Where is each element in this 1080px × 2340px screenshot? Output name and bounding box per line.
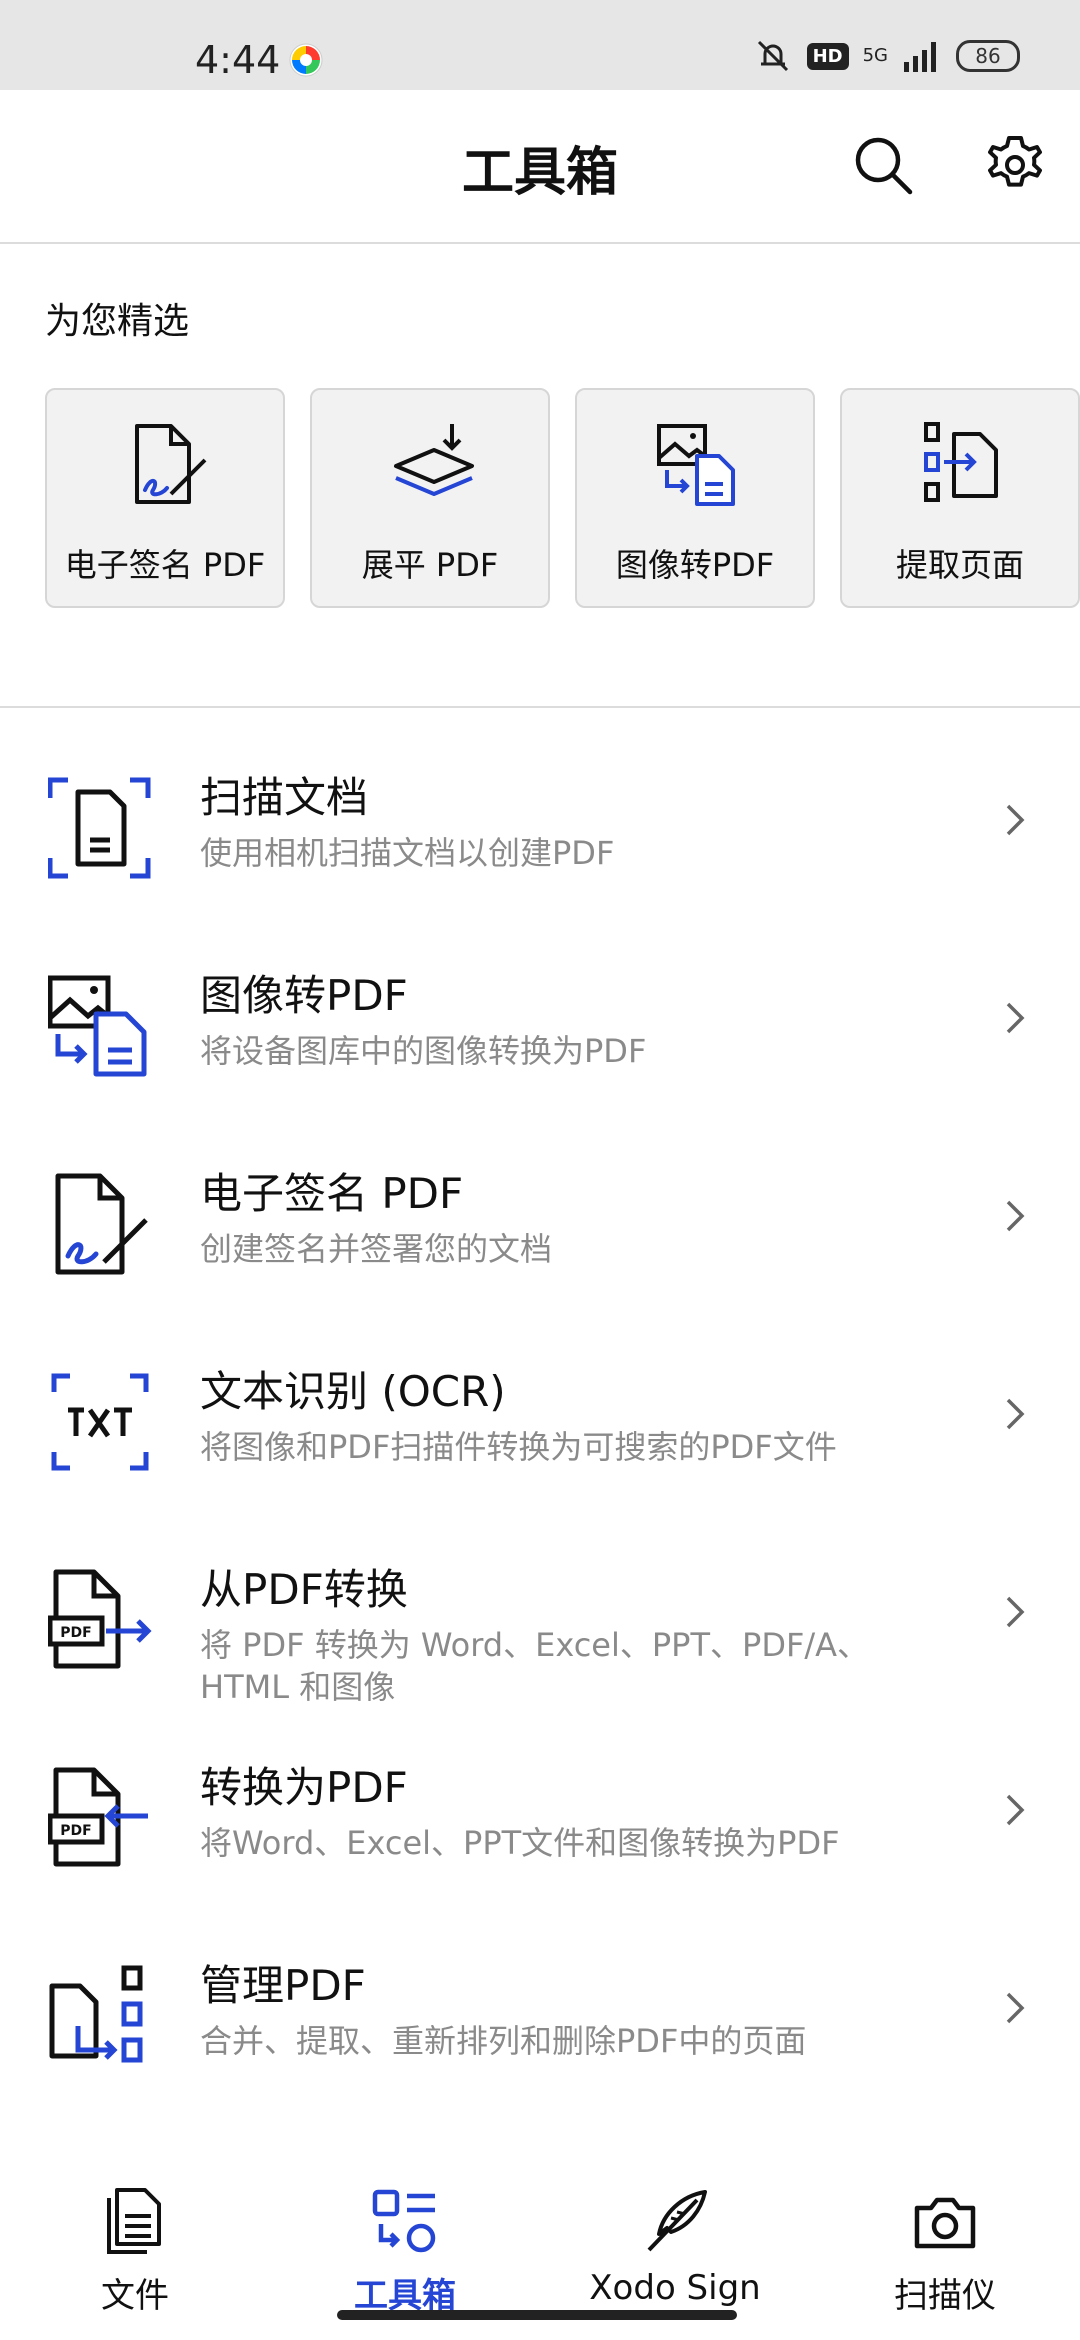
gear-icon[interactable]: [982, 132, 1048, 198]
nav-label: 文件: [101, 2276, 169, 2316]
status-bar: 4:44 HD 5G 86: [0, 0, 1080, 90]
featured-card-esign[interactable]: 电子签名 PDF: [45, 388, 285, 608]
image-to-pdf-icon: [657, 424, 735, 506]
hd-badge: HD: [806, 42, 849, 70]
manage-pdf-icon: [49, 1965, 143, 2063]
featured-card-extract-pages[interactable]: 提取页面: [840, 388, 1080, 608]
chevron-right-icon: [1006, 1596, 1025, 1628]
tool-title: 文本识别 (OCR): [200, 1367, 506, 1416]
chevron-right-icon: [1006, 1398, 1025, 1430]
signal-icon: [904, 42, 936, 72]
featured-card-image-to-pdf[interactable]: 图像转PDF: [575, 388, 815, 608]
esign-icon: [135, 424, 207, 504]
tool-item-convert-from-pdf[interactable]: PDF 从PDF转换 将 PDF 转换为 Word、Excel、PPT、PDF/…: [0, 1552, 1080, 1742]
featured-card-label: 图像转PDF: [615, 546, 775, 584]
app-notification-icon: [289, 43, 323, 77]
image-to-pdf-icon: [48, 975, 147, 1077]
tool-item-esign[interactable]: 电子签名 PDF 创建签名并签署您的文档: [0, 1156, 1080, 1346]
tool-description: 将设备图库中的图像转换为PDF: [200, 1032, 647, 1070]
section-divider: [0, 706, 1080, 708]
featured-card-label: 提取页面: [895, 546, 1024, 584]
tool-title: 电子签名 PDF: [200, 1169, 464, 1218]
convert-from-pdf-icon: PDF: [48, 1569, 152, 1669]
tool-item-manage-pdf[interactable]: 管理PDF 合并、提取、重新排列和删除PDF中的页面: [0, 1948, 1080, 2138]
quill-icon: [647, 2190, 707, 2252]
tool-title: 转换为PDF: [200, 1763, 408, 1812]
tool-description: 将Word、Excel、PPT文件和图像转换为PDF: [200, 1824, 840, 1862]
tool-title: 从PDF转换: [200, 1565, 408, 1614]
featured-card-flatten[interactable]: 展平 PDF: [310, 388, 550, 608]
nav-toolbox[interactable]: 工具箱: [270, 2180, 540, 2316]
chevron-right-icon: [1006, 1200, 1025, 1232]
nav-label: 扫描仪: [894, 2276, 996, 2316]
convert-to-pdf-icon: PDF: [48, 1767, 148, 1867]
tool-item-convert-to-pdf[interactable]: PDF 转换为PDF 将Word、Excel、PPT文件和图像转换为PDF: [0, 1750, 1080, 1940]
gesture-bar[interactable]: [337, 2310, 737, 2320]
chevron-right-icon: [1006, 1992, 1025, 2024]
app-bar: 工具箱: [0, 90, 1080, 244]
tool-description: 使用相机扫描文档以创建PDF: [200, 834, 615, 872]
tool-description: 将图像和PDF扫描件转换为可搜索的PDF文件: [200, 1428, 837, 1466]
featured-card-label: 展平 PDF: [361, 546, 499, 584]
flatten-icon: [394, 424, 474, 496]
tool-title: 图像转PDF: [200, 971, 408, 1020]
svg-text:PDF: PDF: [60, 1625, 91, 1641]
featured-card-label: 电子签名 PDF: [64, 546, 266, 584]
svg-text:PDF: PDF: [60, 1823, 91, 1839]
page-title: 工具箱: [461, 143, 618, 203]
toolbox-icon: [372, 2189, 436, 2253]
nav-files[interactable]: 文件: [0, 2180, 270, 2316]
status-time: 4:44: [195, 38, 281, 82]
scan-doc-icon: [48, 777, 151, 879]
tool-description: 合并、提取、重新排列和删除PDF中的页面: [200, 2022, 807, 2060]
network-type: 5G: [862, 45, 888, 66]
tool-description: 将 PDF 转换为 Word、Excel、PPT、PDF/A、HTML 和图像: [200, 1626, 870, 1706]
chevron-right-icon: [1006, 1002, 1025, 1034]
tool-title: 扫描文档: [200, 773, 369, 822]
tool-item-ocr[interactable]: 文本识别 (OCR) 将图像和PDF扫描件转换为可搜索的PDF文件: [0, 1354, 1080, 1544]
chevron-right-icon: [1006, 1794, 1025, 1826]
chevron-right-icon: [1006, 804, 1025, 836]
tool-title: 管理PDF: [200, 1961, 366, 2010]
ocr-icon: [51, 1373, 149, 1471]
battery-indicator: 86: [956, 40, 1020, 72]
tool-description: 创建签名并签署您的文档: [200, 1230, 553, 1268]
files-icon: [107, 2188, 161, 2254]
tool-item-image-to-pdf[interactable]: 图像转PDF 将设备图库中的图像转换为PDF: [0, 958, 1080, 1148]
search-icon[interactable]: [850, 132, 916, 198]
tool-item-scan-doc[interactable]: 扫描文档 使用相机扫描文档以创建PDF: [0, 760, 1080, 950]
nav-scanner[interactable]: 扫描仪: [810, 2180, 1080, 2316]
esign-icon: [55, 1173, 148, 1275]
nav-label: Xodo Sign: [589, 2268, 761, 2308]
nav-xodo-sign[interactable]: Xodo Sign: [540, 2180, 810, 2310]
camera-icon: [914, 2197, 976, 2249]
featured-section-title: 为您精选: [45, 301, 190, 342]
extract-pages-icon: [924, 422, 998, 502]
mute-icon: [757, 40, 788, 72]
